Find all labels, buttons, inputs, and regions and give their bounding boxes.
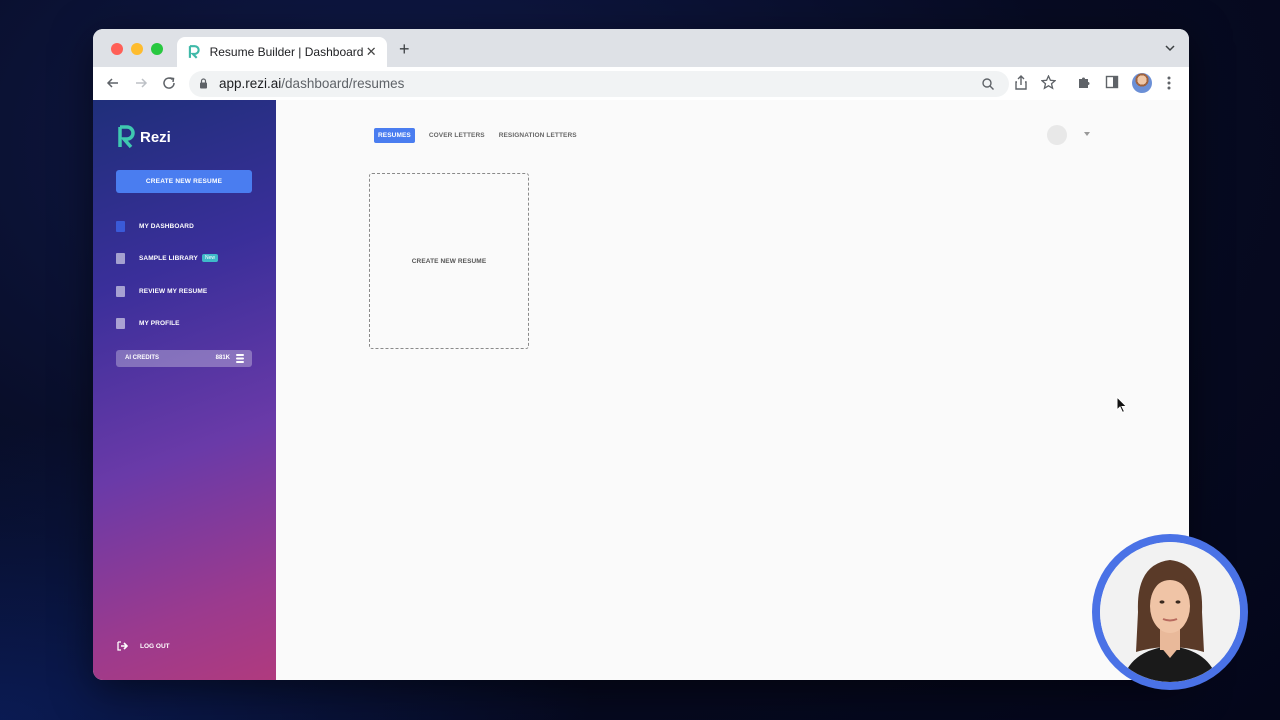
presenter-video (1100, 542, 1240, 682)
coins-icon (236, 354, 244, 363)
main-content: RESUMES COVER LETTERS RESIGNATION LETTER… (276, 100, 1189, 680)
sidebar-item-review-my-resume[interactable]: REVIEW MY RESUME (116, 284, 207, 298)
lock-icon[interactable] (199, 78, 208, 89)
back-arrow-icon[interactable] (105, 75, 121, 91)
ai-credits-value: 881K (215, 355, 230, 361)
tab-bar: Resume Builder | Dashboard ✕ + (93, 29, 1189, 67)
sidebar-item-my-dashboard[interactable]: MY DASHBOARD (116, 219, 194, 233)
create-new-resume-card[interactable]: CREATE NEW RESUME (369, 173, 529, 349)
browser-tab[interactable]: Resume Builder | Dashboard ✕ (177, 37, 387, 67)
sidebar-item-label: REVIEW MY RESUME (139, 287, 208, 295)
maximize-window-button[interactable] (151, 43, 163, 55)
create-new-resume-button[interactable]: CREATE NEW RESUME (116, 170, 252, 193)
window-controls (111, 43, 163, 55)
sidebar-item-sample-library[interactable]: SAMPLE LIBRARY New (116, 251, 218, 265)
browser-window: Resume Builder | Dashboard ✕ + app.rezi.… (93, 29, 1189, 680)
new-badge: New (201, 254, 218, 262)
forward-arrow-icon[interactable] (133, 75, 149, 91)
ai-credits-bar[interactable]: AI CREDITS 881K (116, 350, 252, 367)
bookmark-star-icon[interactable] (1041, 75, 1056, 90)
document-icon (116, 220, 125, 232)
brand-name: Rezi (140, 128, 171, 146)
create-new-resume-card-label: CREATE NEW RESUME (411, 258, 487, 265)
user-avatar[interactable] (1047, 125, 1067, 145)
tab-close-icon[interactable]: ✕ (363, 44, 379, 60)
tab-title: Resume Builder | Dashboard (209, 45, 364, 59)
review-icon (116, 285, 125, 297)
user-menu-caret-icon[interactable] (1084, 132, 1090, 136)
tab-resignation-letters[interactable]: RESIGNATION LETTERS (499, 132, 577, 139)
new-tab-icon[interactable]: + (399, 39, 410, 60)
extensions-puzzle-icon[interactable] (1077, 75, 1091, 89)
minimize-window-button[interactable] (131, 43, 143, 55)
sidebar-item-label: SAMPLE LIBRARY (139, 254, 198, 262)
app-sidebar: Rezi CREATE NEW RESUME MY DASHBOARD SAMP… (93, 100, 276, 680)
reload-icon[interactable] (161, 75, 177, 91)
address-bar[interactable]: app.rezi.ai/dashboard/resumes (189, 71, 1009, 97)
kebab-menu-icon[interactable] (1166, 75, 1172, 91)
browser-toolbar: app.rezi.ai/dashboard/resumes (93, 67, 1189, 101)
tab-resumes[interactable]: RESUMES (374, 128, 415, 143)
rezi-logo[interactable]: Rezi (117, 125, 171, 149)
side-panel-icon[interactable] (1105, 75, 1119, 89)
presenter-portrait (1100, 542, 1240, 682)
sidebar-item-label: MY PROFILE (139, 319, 180, 327)
ai-credits-label: AI CREDITS (125, 355, 160, 361)
close-window-button[interactable] (111, 43, 123, 55)
mouse-cursor-icon (1116, 396, 1128, 414)
rezi-logo-icon (118, 125, 135, 149)
tab-search-chevron-icon[interactable] (1165, 43, 1175, 53)
url-text: app.rezi.ai/dashboard/resumes (219, 76, 405, 91)
logout-label: LOG OUT (140, 642, 170, 650)
sidebar-item-my-profile[interactable]: MY PROFILE (116, 316, 180, 330)
document-type-tabs: RESUMES COVER LETTERS RESIGNATION LETTER… (374, 128, 577, 143)
logout-link[interactable]: LOG OUT (117, 641, 170, 651)
share-icon[interactable] (1014, 75, 1028, 91)
zoom-icon[interactable] (981, 77, 995, 91)
sidebar-item-label: MY DASHBOARD (139, 222, 194, 230)
tab-cover-letters[interactable]: COVER LETTERS (429, 132, 485, 139)
profile-icon (116, 317, 125, 329)
presenter-webcam-bubble (1092, 534, 1248, 690)
logout-icon (117, 641, 128, 651)
library-icon (116, 252, 125, 264)
profile-avatar[interactable] (1132, 73, 1152, 93)
rezi-favicon-icon (188, 45, 200, 59)
